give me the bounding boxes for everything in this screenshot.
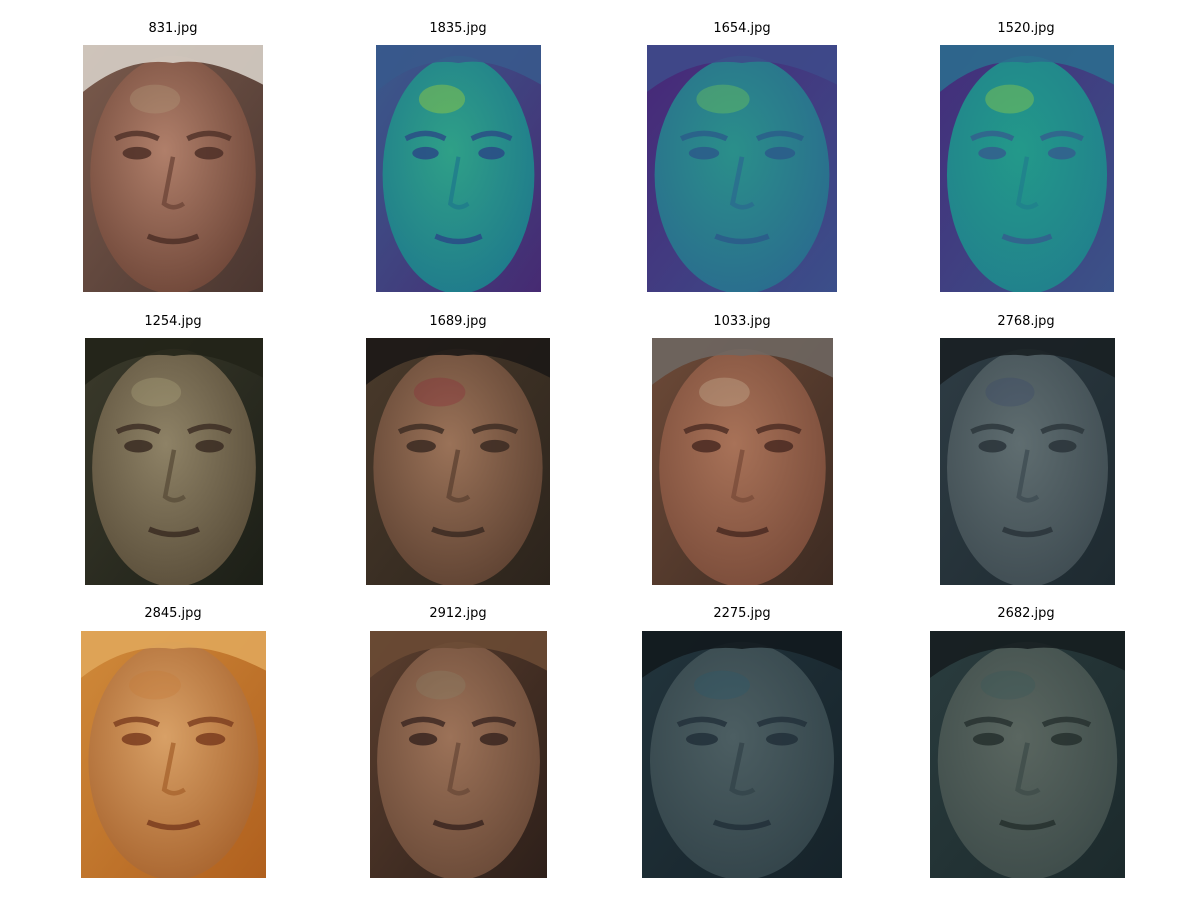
image-title: 1520.jpg	[997, 21, 1055, 36]
face-image	[366, 338, 550, 585]
image-title: 1254.jpg	[144, 314, 202, 329]
face-image	[930, 631, 1125, 878]
face-image	[642, 631, 842, 878]
face-image	[83, 45, 263, 292]
image-title: 1033.jpg	[713, 314, 771, 329]
image-title: 2845.jpg	[144, 606, 202, 621]
image-title: 1835.jpg	[429, 21, 487, 36]
face-image	[85, 338, 263, 585]
image-title: 2768.jpg	[997, 314, 1055, 329]
image-grid: 831.jpg 1835.jpg 1654.jpg 1520.jpg 1254.jpg 1…	[0, 0, 1200, 900]
image-title: 831.jpg	[148, 21, 198, 36]
face-image	[940, 338, 1115, 585]
image-title: 2682.jpg	[997, 606, 1055, 621]
face-image	[652, 338, 833, 585]
face-image	[376, 45, 541, 292]
image-title: 2275.jpg	[713, 606, 771, 621]
image-title: 1689.jpg	[429, 314, 487, 329]
image-title: 1654.jpg	[713, 21, 771, 36]
face-image	[647, 45, 837, 292]
face-image	[940, 45, 1114, 292]
face-image	[370, 631, 547, 878]
image-title: 2912.jpg	[429, 606, 487, 621]
face-image	[81, 631, 266, 878]
